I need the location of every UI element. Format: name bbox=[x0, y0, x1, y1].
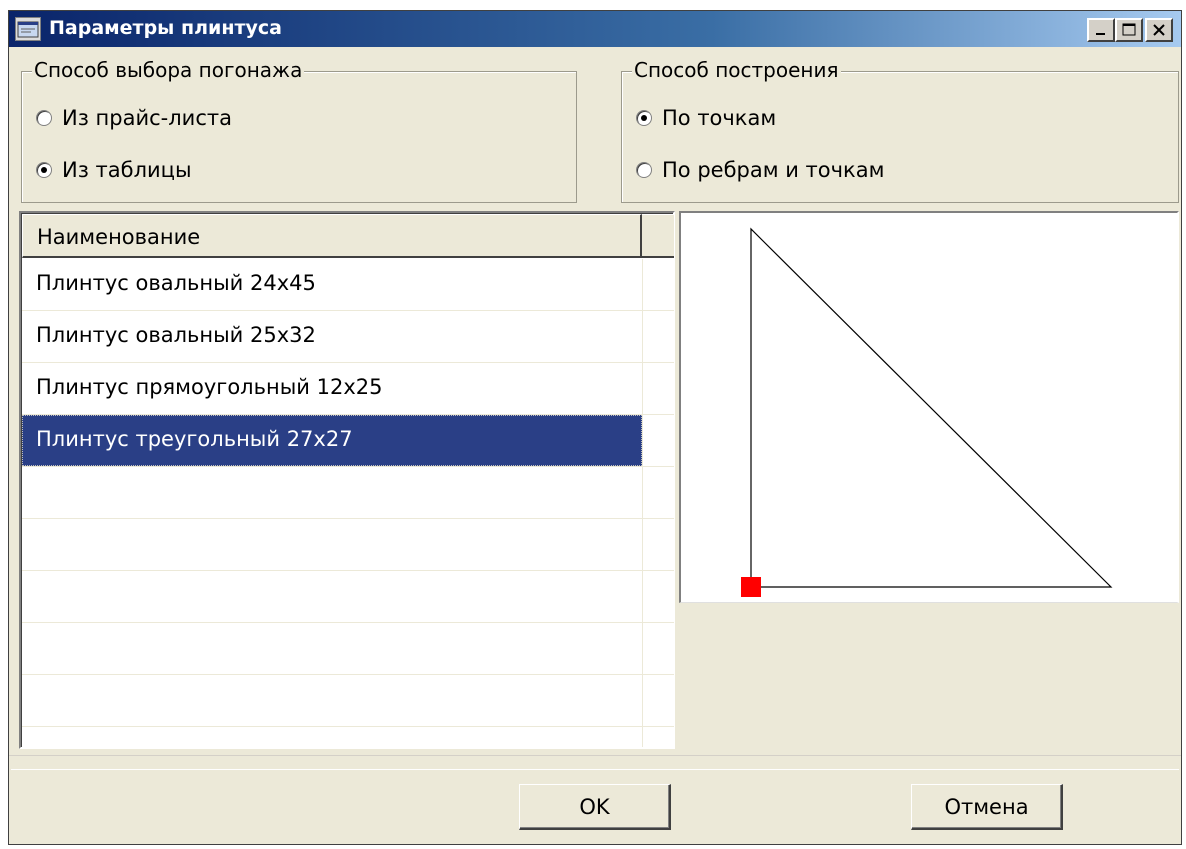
row-label: Плинтус овальный 24x45 bbox=[36, 271, 316, 295]
divider bbox=[9, 755, 1181, 756]
row-label: Плинтус треугольный 27x27 bbox=[36, 427, 353, 451]
radio-button[interactable] bbox=[636, 162, 652, 178]
table-row-selected[interactable]: Плинтус треугольный 27x27 bbox=[22, 415, 674, 467]
row-label: Плинтус овальный 25x32 bbox=[36, 323, 316, 347]
table-row[interactable]: Плинтус овальный 24x45 bbox=[22, 259, 674, 311]
button-bar: OK Отмена bbox=[11, 769, 1179, 843]
cancel-button[interactable]: Отмена bbox=[911, 784, 1063, 830]
table-row-empty[interactable] bbox=[22, 675, 674, 727]
minimize-button[interactable] bbox=[1087, 18, 1115, 42]
close-button[interactable] bbox=[1145, 18, 1173, 42]
radio-label: По ребрам и точкам bbox=[662, 158, 885, 182]
table-row[interactable]: Плинтус прямоугольный 12x25 bbox=[22, 363, 674, 415]
dialog-window: Параметры плинтуса Способ выбора погонаж… bbox=[8, 10, 1182, 845]
radio-by-points[interactable]: По точкам bbox=[636, 106, 776, 130]
table-row-empty[interactable] bbox=[22, 519, 674, 571]
maximize-icon bbox=[1122, 23, 1136, 36]
radio-button-checked[interactable] bbox=[36, 162, 52, 178]
column-header-name[interactable]: Наименование bbox=[22, 214, 642, 258]
selection-method-title: Способ выбора погонажа bbox=[32, 58, 305, 82]
app-window-icon[interactable] bbox=[15, 17, 41, 41]
radio-label: Из таблицы bbox=[62, 158, 192, 182]
title-bar[interactable]: Параметры плинтуса bbox=[9, 11, 1181, 47]
build-method-group: Способ построения По точкам По ребрам и … bbox=[621, 58, 1179, 203]
column-header-filler bbox=[642, 214, 674, 258]
row-label: Плинтус прямоугольный 12x25 bbox=[36, 375, 383, 399]
selection-method-group: Способ выбора погонажа Из прайс-листа Из… bbox=[21, 58, 577, 203]
table-row[interactable]: Плинтус овальный 25x32 bbox=[22, 311, 674, 363]
column-header-label: Наименование bbox=[37, 225, 201, 249]
table-row-empty[interactable] bbox=[22, 623, 674, 675]
profile-preview[interactable] bbox=[679, 211, 1179, 603]
radio-label: Из прайс-листа bbox=[62, 106, 232, 130]
window-title: Параметры плинтуса bbox=[49, 17, 282, 39]
radio-button[interactable] bbox=[36, 110, 52, 126]
radio-label: По точкам bbox=[662, 106, 777, 130]
table-row-empty[interactable] bbox=[22, 467, 674, 519]
profile-outline bbox=[750, 227, 1113, 588]
radio-button-checked[interactable] bbox=[636, 110, 652, 126]
table-row-empty[interactable] bbox=[22, 571, 674, 623]
ok-button[interactable]: OK bbox=[519, 784, 671, 830]
selected-point-marker[interactable] bbox=[741, 577, 761, 597]
minimize-icon bbox=[1096, 33, 1105, 35]
profile-drawing bbox=[741, 227, 1113, 597]
radio-by-edges-and-points[interactable]: По ребрам и точкам bbox=[636, 158, 884, 182]
radio-from-pricelist[interactable]: Из прайс-листа bbox=[36, 106, 232, 130]
molding-list[interactable]: Наименование Плинтус овальный 24x45 Плин… bbox=[19, 211, 675, 749]
radio-from-table[interactable]: Из таблицы bbox=[36, 158, 192, 182]
close-icon bbox=[1153, 24, 1165, 36]
maximize-button[interactable] bbox=[1115, 18, 1143, 42]
build-method-title: Способ построения bbox=[632, 58, 841, 82]
